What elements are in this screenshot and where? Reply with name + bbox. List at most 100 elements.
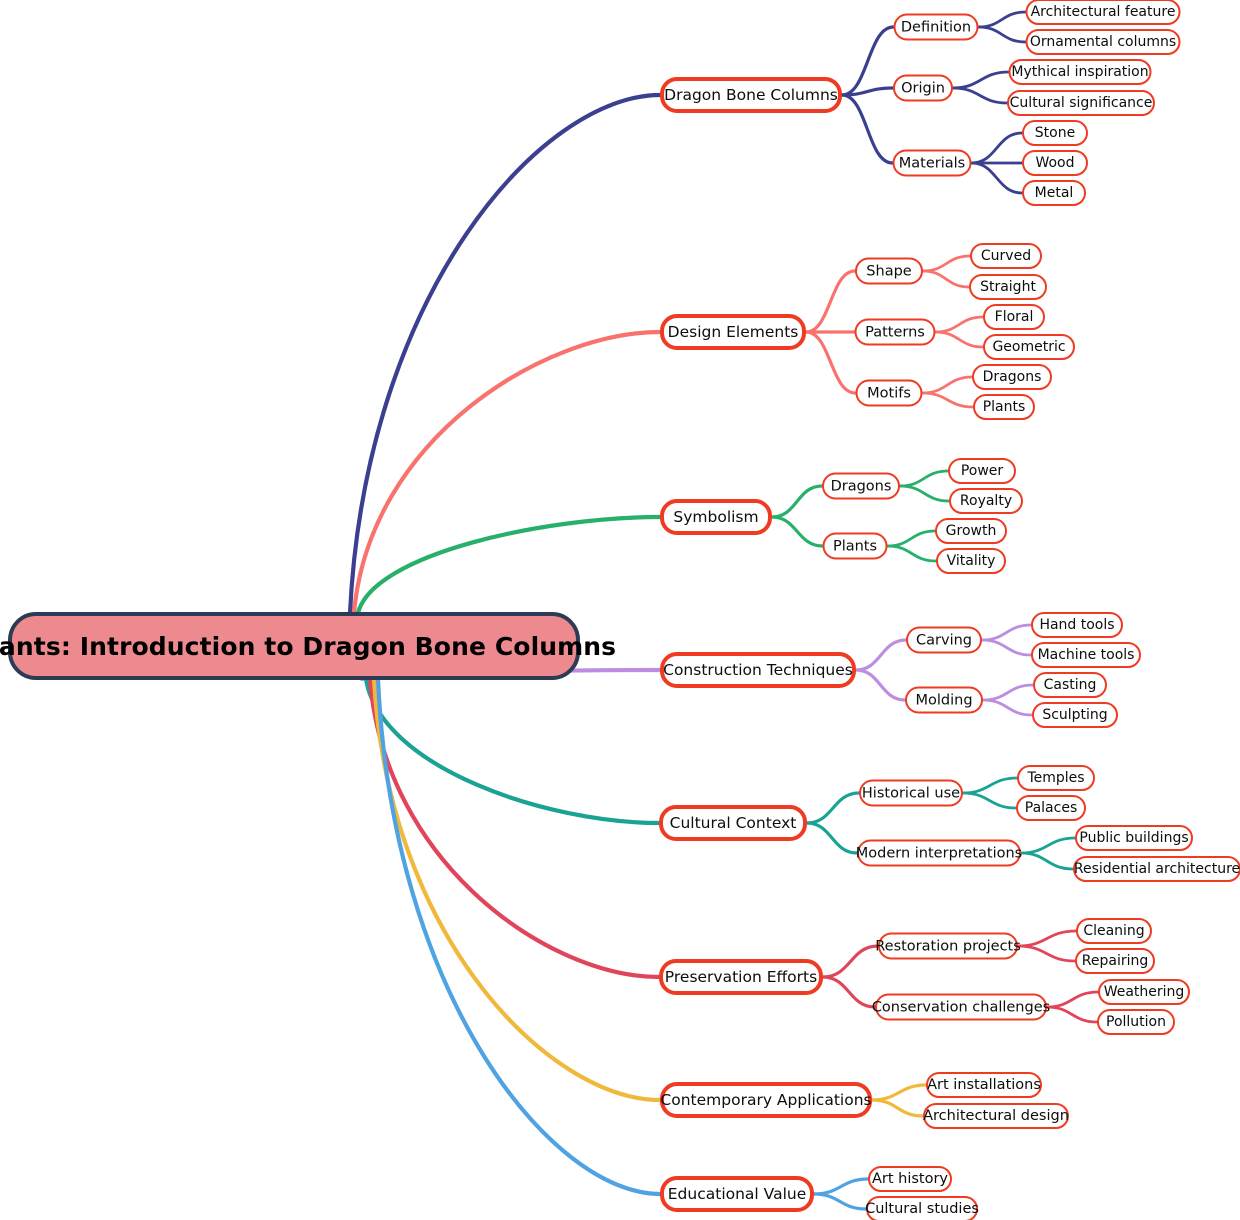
- branch-node-design-elements[interactable]: Design Elements: [660, 314, 806, 350]
- leaf-node-growth[interactable]: Growth: [935, 518, 1007, 544]
- connector: [1045, 1005, 1099, 1024]
- node-label: Origin: [901, 80, 945, 96]
- node-label: Molding: [915, 692, 973, 708]
- subnode-carving[interactable]: Carving: [906, 626, 982, 654]
- node-label: Residential architecture: [1073, 861, 1240, 877]
- connector: [805, 821, 859, 855]
- subnode-patterns[interactable]: Patterns: [854, 318, 936, 346]
- leaf-node-dragons[interactable]: Dragons: [972, 364, 1052, 390]
- branch-node-symbolism[interactable]: Symbolism: [660, 499, 772, 535]
- leaf-node-geometric[interactable]: Geometric: [983, 334, 1075, 360]
- node-label: Sculpting: [1042, 707, 1108, 723]
- branch-node-construction-techniques[interactable]: Construction Techniques: [660, 652, 856, 688]
- subnode-modern-interpretations[interactable]: Modern interpretations: [855, 839, 1023, 867]
- node-label: Dragon Bone Columns: [664, 86, 838, 104]
- connector: [898, 469, 950, 488]
- node-label: Mythical inspiration: [1011, 64, 1149, 80]
- leaf-node-mythical-inspiration[interactable]: Mythical inspiration: [1008, 59, 1152, 85]
- leaf-node-palaces[interactable]: Palaces: [1016, 795, 1086, 821]
- subnode-molding[interactable]: Molding: [905, 686, 983, 714]
- leaf-node-wood[interactable]: Wood: [1022, 150, 1088, 176]
- node-label: Repairing: [1081, 953, 1149, 969]
- branch-connector-design-elements: [351, 329, 663, 616]
- connector: [886, 544, 938, 563]
- leaf-node-stone[interactable]: Stone: [1022, 120, 1088, 146]
- node-label: Modern interpretations: [855, 845, 1023, 861]
- branch-node-educational-value[interactable]: Educational Value: [660, 1176, 814, 1212]
- leaf-node-repairing[interactable]: Repairing: [1075, 948, 1155, 974]
- connector: [821, 944, 880, 979]
- leaf-node-metal[interactable]: Metal: [1022, 180, 1086, 206]
- branch-connector-dragon-bone-columns: [347, 92, 663, 616]
- node-label: Art history: [871, 1171, 949, 1187]
- node-label: Ornamental columns: [1029, 34, 1177, 50]
- subnode-art-history[interactable]: Art history: [868, 1166, 952, 1192]
- connector: [934, 315, 985, 334]
- branch-node-preservation-efforts[interactable]: Preservation Efforts: [659, 959, 823, 995]
- subnode-conservation-challenges[interactable]: Conservation challenges: [871, 993, 1051, 1021]
- branch-node-dragon-bone-columns[interactable]: Dragon Bone Columns: [660, 77, 842, 113]
- connector: [821, 975, 877, 1009]
- leaf-node-cultural-significance[interactable]: Cultural significance: [1007, 90, 1155, 116]
- branch-connector-educational-value: [375, 676, 663, 1197]
- subnode-dragons[interactable]: Dragons: [822, 472, 900, 500]
- node-label: Temples: [1027, 770, 1085, 786]
- connector: [870, 1098, 925, 1118]
- leaf-node-architectural-feature[interactable]: Architectural feature: [1025, 0, 1181, 25]
- subnode-motifs[interactable]: Motifs: [855, 379, 923, 407]
- node-label: Curved: [980, 248, 1032, 264]
- leaf-node-casting[interactable]: Casting: [1033, 672, 1107, 698]
- leaf-node-vitality[interactable]: Vitality: [936, 548, 1006, 574]
- subnode-materials[interactable]: Materials: [892, 149, 972, 177]
- leaf-node-royalty[interactable]: Royalty: [949, 488, 1023, 514]
- subnode-historical-use[interactable]: Historical use: [859, 779, 963, 807]
- node-label: Dragons: [830, 478, 892, 494]
- leaf-node-floral[interactable]: Floral: [983, 304, 1045, 330]
- subnode-origin[interactable]: Origin: [893, 74, 953, 102]
- connector: [804, 330, 858, 395]
- root-node[interactable]: Plants: Introduction to Dragon Bone Colu…: [0, 612, 616, 680]
- node-label: Motifs: [867, 385, 911, 401]
- leaf-node-sculpting[interactable]: Sculpting: [1032, 702, 1118, 728]
- connector: [951, 70, 1010, 90]
- subnode-art-installations[interactable]: Art installations: [926, 1072, 1042, 1098]
- branch-node-cultural-context[interactable]: Cultural Context: [659, 805, 807, 841]
- subnode-architectural-design[interactable]: Architectural design: [923, 1103, 1069, 1129]
- leaf-node-plants[interactable]: Plants: [973, 394, 1035, 420]
- node-label: Dragons: [982, 369, 1042, 385]
- connector: [840, 93, 895, 165]
- leaf-node-public-buildings[interactable]: Public buildings: [1075, 825, 1193, 851]
- leaf-node-straight[interactable]: Straight: [969, 274, 1047, 300]
- node-label: Growth: [945, 523, 997, 539]
- mindmap-canvas: Plants: Introduction to Dragon Bone Colu…: [0, 0, 1240, 1220]
- subnode-plants[interactable]: Plants: [822, 532, 888, 560]
- node-label: Preservation Efforts: [664, 968, 818, 986]
- node-label: Palaces: [1024, 800, 1078, 816]
- branch-node-contemporary-applications[interactable]: Contemporary Applications: [660, 1082, 872, 1118]
- node-label: Historical use: [861, 785, 961, 801]
- node-label: Royalty: [959, 493, 1013, 509]
- leaf-node-curved[interactable]: Curved: [970, 243, 1042, 269]
- subnode-shape[interactable]: Shape: [855, 257, 923, 285]
- leaf-node-hand-tools[interactable]: Hand tools: [1031, 612, 1123, 638]
- node-label: Plants: Introduction to Dragon Bone Colu…: [0, 631, 617, 661]
- connector: [951, 86, 1009, 105]
- subnode-cultural-studies[interactable]: Cultural studies: [865, 1196, 979, 1220]
- node-label: Cleaning: [1083, 923, 1145, 939]
- leaf-node-pollution[interactable]: Pollution: [1097, 1009, 1175, 1035]
- node-label: Materials: [898, 155, 966, 171]
- leaf-node-machine-tools[interactable]: Machine tools: [1031, 642, 1141, 668]
- connector: [981, 683, 1035, 702]
- leaf-node-temples[interactable]: Temples: [1017, 765, 1095, 791]
- leaf-node-ornamental-columns[interactable]: Ornamental columns: [1025, 29, 1181, 55]
- subnode-definition[interactable]: Definition: [893, 13, 979, 41]
- node-label: Conservation challenges: [871, 999, 1051, 1015]
- leaf-node-power[interactable]: Power: [948, 458, 1016, 484]
- node-label: Carving: [916, 632, 972, 648]
- leaf-node-weathering[interactable]: Weathering: [1098, 979, 1190, 1005]
- leaf-node-cleaning[interactable]: Cleaning: [1076, 918, 1152, 944]
- leaf-node-residential-architecture[interactable]: Residential architecture: [1073, 856, 1240, 882]
- subnode-restoration-projects[interactable]: Restoration projects: [875, 932, 1021, 960]
- node-label: Geometric: [992, 339, 1066, 355]
- node-label: Construction Techniques: [663, 661, 853, 679]
